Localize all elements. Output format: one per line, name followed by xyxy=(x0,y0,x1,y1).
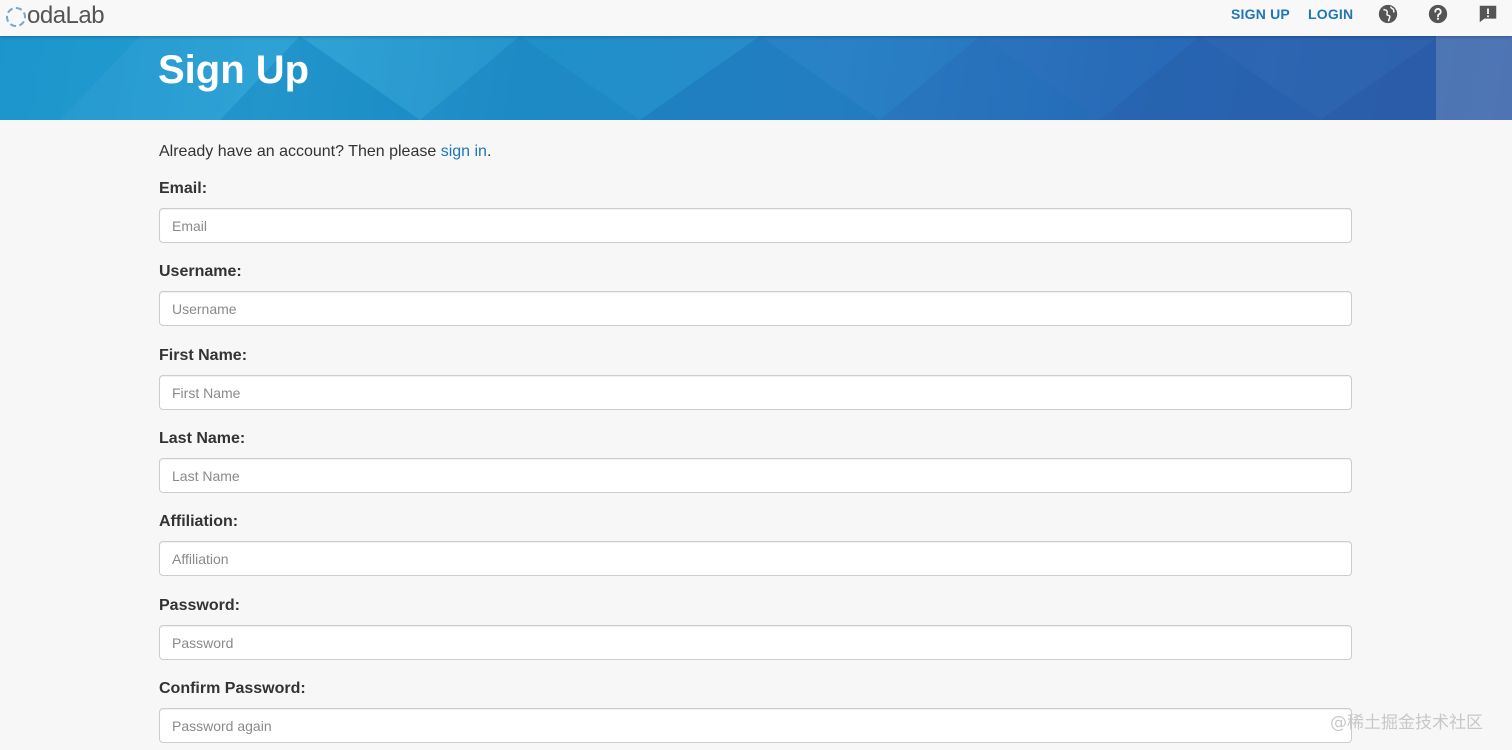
signin-prompt-text: Already have an account? Then please xyxy=(159,143,441,160)
site-watermark: @稀土掘金技术社区 xyxy=(1330,713,1483,733)
signin-prompt-suffix: . xyxy=(486,143,492,160)
last-name-field[interactable] xyxy=(159,458,1352,493)
confirm-password-field[interactable] xyxy=(159,708,1352,743)
logo-mark-icon xyxy=(6,7,26,27)
help-icon[interactable] xyxy=(1427,3,1449,25)
password-label: Password: xyxy=(159,597,240,614)
logo-text: odaLab xyxy=(27,2,105,29)
first-name-label: First Name: xyxy=(159,347,248,364)
last-name-label: Last Name: xyxy=(159,430,246,447)
nav-signup-link[interactable]: SIGN UP xyxy=(1231,6,1290,22)
username-label: Username: xyxy=(159,263,242,280)
globe-icon[interactable] xyxy=(1377,3,1399,25)
top-navbar: odaLab SIGN UP LOGIN xyxy=(0,0,1512,36)
page-title: Sign Up xyxy=(158,48,310,92)
codalab-logo[interactable]: odaLab xyxy=(6,1,105,31)
page-banner: Sign Up xyxy=(0,36,1512,120)
confirm-password-label: Confirm Password: xyxy=(159,680,306,697)
signin-link[interactable]: sign in xyxy=(441,143,487,160)
signin-prompt: Already have an account? Then please sig… xyxy=(159,143,491,161)
nav-login-link[interactable]: LOGIN xyxy=(1308,6,1353,22)
username-field[interactable] xyxy=(159,291,1352,326)
feedback-icon[interactable] xyxy=(1477,3,1499,25)
email-label: Email: xyxy=(159,180,208,197)
email-field[interactable] xyxy=(159,208,1352,243)
first-name-field[interactable] xyxy=(159,375,1352,410)
password-field[interactable] xyxy=(159,625,1352,660)
affiliation-label: Affiliation: xyxy=(159,513,239,530)
affiliation-field[interactable] xyxy=(159,541,1352,576)
